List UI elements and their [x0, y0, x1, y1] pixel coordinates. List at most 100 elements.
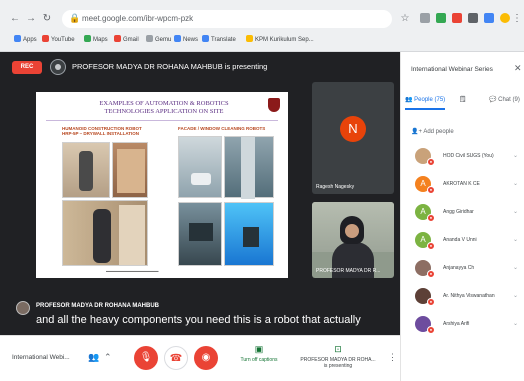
chevron-down-icon[interactable]: ⌄ — [513, 236, 518, 243]
chevron-down-icon[interactable]: ⌄ — [513, 152, 518, 159]
bookmark-gmail[interactable]: Gmail — [114, 35, 139, 47]
tab-info[interactable]: 🗒 — [459, 96, 467, 103]
more-options-icon[interactable]: ⋮ — [388, 352, 397, 363]
participant-row[interactable]: ● Arshiya Arifi ⌄ — [401, 314, 524, 338]
tab-chat-label: Chat (9) — [498, 97, 520, 103]
bookmark-apps[interactable]: Apps — [14, 35, 37, 47]
chevron-down-icon[interactable]: ⌄ — [513, 180, 518, 187]
participant-row[interactable]: ● HOD Civil SUGS (You) ⌄ — [401, 146, 524, 170]
participant-name: Arshiya Arifi — [443, 321, 470, 327]
bookmark-youtube[interactable]: YouTube — [42, 35, 75, 47]
captions-label: Turn off captions — [240, 357, 278, 363]
mic-muted-icon: ● — [427, 270, 435, 278]
participant-video-tile[interactable]: PROFESOR MADYA DR R... — [312, 202, 394, 278]
back-icon[interactable]: ← — [8, 12, 22, 26]
close-icon[interactable]: ✕ — [514, 63, 522, 74]
mic-off-button[interactable]: 🎙 — [134, 346, 158, 370]
bookmark-translate[interactable]: Translate — [202, 35, 236, 47]
extension-icon[interactable] — [420, 13, 430, 23]
mic-muted-icon: ● — [427, 298, 435, 306]
people-icon[interactable]: 👥 — [88, 352, 99, 363]
mic-muted-icon: ● — [427, 242, 435, 250]
tab-people[interactable]: 👥 People (75) — [405, 96, 445, 103]
people-panel: International Webinar Series ✕ 👥 People … — [400, 52, 524, 381]
url-text: meet.google.com/ibr-wpcm-pzk — [82, 14, 194, 23]
turn-off-captions-button[interactable]: ▣ Turn off captions — [234, 344, 284, 363]
profile-avatar[interactable] — [500, 13, 510, 23]
slide-title-line: EXAMPLES OF AUTOMATION & ROBOTICS — [99, 100, 229, 107]
participant-name: PROFESOR MADYA DR R... — [316, 268, 381, 274]
tab-indicator — [405, 108, 445, 110]
mic-muted-icon: ● — [427, 186, 435, 194]
robot-photo — [224, 202, 274, 266]
leave-call-button[interactable]: ☎ — [164, 346, 188, 370]
lock-icon: 🔒 — [69, 13, 81, 23]
caption-line: HRP-5P – DRYWALL INSTALLATION — [62, 131, 140, 136]
participant-row[interactable]: ● Ar. Nithya Viswanathan ⌄ — [401, 286, 524, 310]
browser-toolbar: ← → ↻ 🔒 meet.google.com/ibr-wpcm-pzk ☆ ⋮ — [0, 8, 524, 32]
caption-speaker: PROFESOR MADYA DR ROHANA MAHBUB — [36, 303, 160, 309]
divider — [46, 120, 278, 121]
participant-name: HOD Civil SUGS (You) — [443, 153, 494, 159]
presenter-avatar — [50, 59, 66, 75]
robot-photo — [178, 136, 222, 198]
participant-tile[interactable]: N Ragesh Nagesky — [312, 82, 394, 194]
participant-name: Angg Giridhar — [443, 209, 474, 215]
robot-photo — [224, 136, 274, 199]
panel-title: International Webinar Series — [411, 66, 493, 73]
bookmark-news[interactable]: News — [174, 35, 198, 47]
address-bar[interactable]: 🔒 meet.google.com/ibr-wpcm-pzk — [62, 10, 392, 28]
camera-off-button[interactable]: ◉ — [194, 346, 218, 370]
mic-muted-icon: ● — [427, 326, 435, 334]
extension-icon[interactable] — [452, 13, 462, 23]
extension-icon[interactable] — [484, 13, 494, 23]
recording-badge: REC — [12, 61, 42, 74]
robot-photo — [112, 142, 148, 198]
slide-caption-right: FACADE / WINDOW CLEANING ROBOTS — [178, 126, 266, 131]
participant-row[interactable]: ● Anjanayya Ch ⌄ — [401, 258, 524, 282]
presenter-status: is presenting — [323, 363, 353, 369]
robot-photo — [62, 142, 110, 198]
mic-muted-icon: ● — [427, 214, 435, 222]
participant-name: Ananda V Unni — [443, 237, 477, 243]
chevron-down-icon[interactable]: ⌄ — [513, 208, 518, 215]
chevron-down-icon[interactable]: ⌄ — [513, 292, 518, 299]
participant-row[interactable]: A ● AKROTAN K CE ⌄ — [401, 174, 524, 198]
add-people-button[interactable]: 👤+ Add people — [411, 128, 454, 135]
slide-footer: ▬▬▬▬▬▬▬▬▬▬▬▬▬▬▬ — [106, 269, 159, 273]
captions-area: PROFESOR MADYA DR ROHANA MAHBUB and all … — [6, 297, 394, 333]
chevron-up-icon[interactable]: ⌃ — [104, 352, 112, 363]
participant-avatar: N — [340, 116, 366, 142]
participant-name: Ragesh Nagesky — [316, 184, 355, 190]
robot-photo — [178, 202, 222, 266]
participant-row[interactable]: A ● Angg Giridhar ⌄ — [401, 202, 524, 226]
bookmark-gemu[interactable]: Gemu — [146, 35, 171, 47]
extension-icon[interactable] — [436, 13, 446, 23]
forward-icon[interactable]: → — [24, 12, 38, 26]
tab-people-label: People (75) — [414, 97, 446, 103]
menu-icon[interactable]: ⋮ — [510, 12, 524, 26]
robot-photo — [62, 200, 148, 266]
add-people-label: Add people — [423, 129, 454, 135]
participant-name: AKROTAN K CE — [443, 181, 480, 187]
extension-icon[interactable] — [468, 13, 478, 23]
reload-icon[interactable]: ↻ — [40, 12, 54, 26]
chevron-down-icon[interactable]: ⌄ — [513, 320, 518, 327]
bookmark-maps[interactable]: Maps — [84, 35, 108, 47]
meeting-title[interactable]: International Webi... — [12, 354, 70, 361]
bookmark-kurikulum[interactable]: KPM Kurikulum Sep... — [246, 35, 314, 47]
star-icon[interactable]: ☆ — [398, 12, 412, 26]
meeting-stage: REC PROFESOR MADYA DR ROHANA MAHBUB is p… — [0, 52, 400, 335]
slide-caption-left: HUMANOID CONSTRUCTION ROBOT HRP-5P – DRY… — [62, 126, 142, 136]
presenting-banner: PROFESOR MADYA DR ROHANA MAHBUB is prese… — [72, 62, 268, 71]
slide-title-line: TECHNOLOGIES APPLICATION ON SITE — [104, 108, 224, 115]
caption-text: and all the heavy components you need th… — [36, 314, 361, 326]
university-logo — [268, 98, 280, 112]
captions-icon: ▣ — [254, 344, 264, 354]
participant-row[interactable]: A ● Ananda V Unni ⌄ — [401, 230, 524, 254]
chevron-down-icon[interactable]: ⌄ — [513, 264, 518, 271]
video-person — [345, 224, 359, 238]
present-now-button[interactable]: ⊡ PROFESOR MADYA DR ROHA... is presentin… — [292, 344, 384, 369]
tab-chat[interactable]: 💬 Chat (9) — [489, 96, 520, 103]
shared-slide: EXAMPLES OF AUTOMATION & ROBOTICS TECHNO… — [36, 92, 288, 278]
